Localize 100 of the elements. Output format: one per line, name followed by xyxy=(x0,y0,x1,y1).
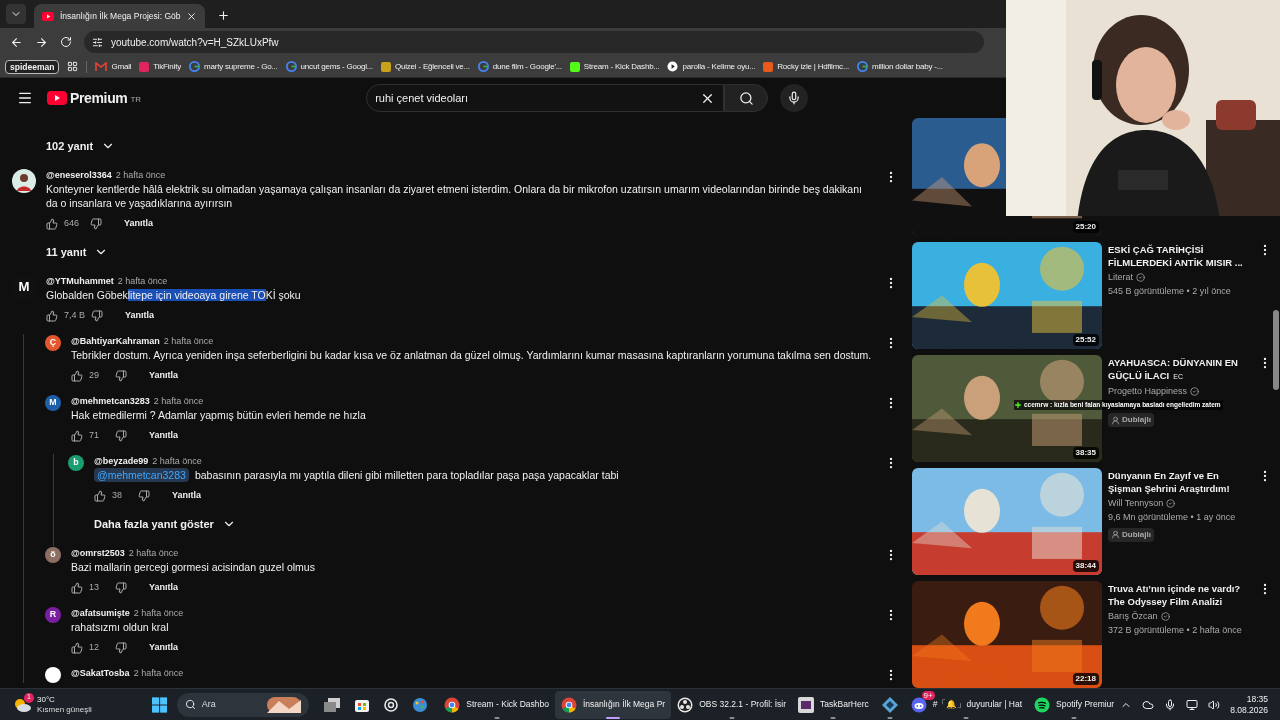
comment-author[interactable]: @YTMuhammet xyxy=(46,274,114,288)
comment-author[interactable]: @beyzade99 xyxy=(94,454,149,468)
youtube-icon xyxy=(42,11,54,21)
dislike-icon[interactable] xyxy=(90,218,102,230)
bookmark-icon xyxy=(380,61,391,72)
bookmark-link[interactable]: Rocky izle | Hdfilmc... xyxy=(777,60,849,73)
back-icon[interactable] xyxy=(10,35,23,49)
taskbar-app[interactable]: Spotify Premiur xyxy=(1028,690,1121,719)
address-bar[interactable]: youtube.com/watch?v=H_SZkLUxPfw xyxy=(84,31,984,53)
like-icon[interactable] xyxy=(71,370,83,382)
reply-button[interactable]: Yanıtla xyxy=(149,429,178,443)
menu-icon[interactable] xyxy=(17,90,33,106)
clock-time[interactable]: 18:35 xyxy=(1246,693,1268,705)
youtube-logo-icon[interactable] xyxy=(47,91,67,105)
taskbar-app[interactable]: Stream - Kick Dashbo xyxy=(438,690,555,719)
bookmark-link[interactable]: Quizei - Eğlenceli ve... xyxy=(394,60,470,73)
taskbar-app[interactable]: İnsanlığın İlk Mega Pr xyxy=(554,690,672,719)
reply-button[interactable]: Yanıtla xyxy=(124,217,153,231)
video-title[interactable]: ESKİ ÇAĞ TARİHÇİSİ FİLMLERDEKİ ANTİK MISIR ... xyxy=(1108,243,1254,269)
browser-tab[interactable]: İnsanlığın İlk Mega Projesi: Göb xyxy=(34,4,206,28)
channel-name[interactable]: Will Tennyson xyxy=(1108,498,1164,508)
taskbar-app[interactable]: TaskBarHerc xyxy=(792,690,875,719)
like-icon[interactable] xyxy=(71,430,83,442)
reply-button[interactable]: Yanıtla xyxy=(149,369,178,383)
knot-icon[interactable] xyxy=(383,696,400,713)
windows-icon[interactable] xyxy=(323,696,342,713)
start-icon[interactable] xyxy=(151,696,167,713)
mention-link[interactable]: @mehmetcan3283 xyxy=(94,468,189,482)
comment-author[interactable]: @mehmetcan3283 xyxy=(71,394,150,408)
forward-icon[interactable] xyxy=(35,35,48,49)
like-icon[interactable] xyxy=(71,582,83,594)
reply-button[interactable]: Yanıtla xyxy=(172,489,201,503)
logo-text[interactable]: Premium xyxy=(70,87,128,109)
avatar: ö xyxy=(45,547,61,563)
like-icon[interactable] xyxy=(46,310,58,322)
like-icon[interactable] xyxy=(46,218,58,230)
cloud-icon[interactable] xyxy=(1142,698,1155,711)
show-replies-button[interactable]: Daha fazla yanıt göster xyxy=(94,515,236,533)
channel-name[interactable]: Barış Özcan xyxy=(1108,611,1158,621)
comment-author[interactable]: @eneserol3364 xyxy=(46,168,112,182)
like-icon[interactable] xyxy=(94,490,106,502)
view-count: 545 B görüntüleme • 2 yıl önce xyxy=(1108,285,1232,298)
site-settings-icon[interactable] xyxy=(92,36,103,48)
monitor-icon[interactable] xyxy=(1186,698,1199,711)
chrome-icon xyxy=(444,696,461,713)
profile-chip[interactable]: spideeman xyxy=(5,59,60,74)
comment-author[interactable]: @omrst2503 xyxy=(71,546,125,560)
dislike-icon[interactable] xyxy=(115,430,127,442)
dislike-icon[interactable] xyxy=(115,642,127,654)
dislike-icon[interactable] xyxy=(115,582,127,594)
microphone-icon[interactable] xyxy=(1164,698,1177,711)
clock-date[interactable]: 8.08.2026 xyxy=(1230,704,1268,716)
show-replies-button[interactable]: 11 yanıt xyxy=(46,243,109,261)
reply-button[interactable]: Yanıtla xyxy=(149,641,178,655)
voice-search-button[interactable] xyxy=(780,84,809,112)
microphone-icon xyxy=(787,91,802,105)
like-icon[interactable] xyxy=(71,642,83,654)
bookmark-link[interactable]: million dollar baby -... xyxy=(872,60,943,73)
bookmark-link[interactable]: Stream - Kick Dashb... xyxy=(583,60,660,73)
video-title[interactable]: Truva Atı’nın içinde ne vardı? The Odyssey Film Analizi xyxy=(1108,582,1254,608)
palette-icon[interactable] xyxy=(412,696,429,713)
bookmark-link[interactable]: parolla - Kelime oyu... xyxy=(682,60,756,73)
channel-name[interactable]: Literat xyxy=(1108,272,1133,282)
chrome-icon xyxy=(560,696,577,713)
search-icon xyxy=(184,699,196,710)
dislike-icon[interactable] xyxy=(138,490,150,502)
scrollbar-thumb[interactable] xyxy=(1273,310,1279,390)
taskbar-app[interactable]: OBS 32.2.1 - Profil: İsir xyxy=(671,690,793,719)
tab-list-button[interactable] xyxy=(6,4,26,24)
close-icon[interactable] xyxy=(186,10,198,22)
taskbar-app[interactable]: 9+ #「🔔」duyurular | Hat xyxy=(904,690,1029,719)
video-title[interactable]: Dünyanın En Zayıf ve En Şişman Şehrini Araştırdım! xyxy=(1108,469,1254,495)
search-button[interactable] xyxy=(724,84,769,112)
comment-author[interactable]: @SakatTosba xyxy=(71,666,130,680)
bookmark-link[interactable]: Gmail xyxy=(111,60,132,73)
reply-button[interactable]: Yanıtla xyxy=(149,581,178,595)
new-tab-icon[interactable] xyxy=(217,9,231,22)
apps-icon[interactable] xyxy=(67,61,79,72)
bookmark-link[interactable]: uncut gems - Googl... xyxy=(300,60,373,73)
like-count: 12 xyxy=(89,641,100,655)
bookmark-link[interactable]: marty supreme - Go... xyxy=(204,60,278,73)
like-count: 29 xyxy=(89,369,100,383)
search-field[interactable]: ruhi çenet videoları xyxy=(366,84,725,112)
bookmark-link[interactable]: TikFinity xyxy=(153,60,181,73)
comment-text: Konteyner kentlerde hâlâ elektrik su olmadan yaşamaya çalışan insanları da ziyaret etmeni isterdim. Onlara da bir mikrofon uzatırsın umarım videolarından birinde beş dakikanı da o insanlara ve yaşadıklarına ayırırsın xyxy=(46,182,863,210)
comment-time: 2 hafta önce xyxy=(163,335,214,348)
volume-icon[interactable] xyxy=(1208,698,1221,711)
reply-button[interactable]: Yanıtla xyxy=(125,309,155,323)
channel-name[interactable]: Progetto Happiness xyxy=(1108,386,1188,396)
dislike-icon[interactable] xyxy=(115,370,127,382)
google-icon xyxy=(857,61,868,72)
comment-author[interactable]: @BahtiyarKahraman xyxy=(71,334,160,348)
reload-icon[interactable] xyxy=(60,36,72,48)
show-replies-button[interactable]: 102 yanıt xyxy=(46,137,116,155)
dislike-icon[interactable] xyxy=(91,310,103,322)
comment-author[interactable]: @afatsumişte xyxy=(71,606,130,620)
comment-text: babasının parasıyla mı yaptıla dileni gibi milletten para topladılar paşa paşa yapacaklar tabi xyxy=(194,468,619,482)
bookmark-link[interactable]: dune film - Google'... xyxy=(492,60,562,73)
taskbar-search[interactable]: Ara xyxy=(176,692,310,717)
discord-icon xyxy=(910,696,927,713)
